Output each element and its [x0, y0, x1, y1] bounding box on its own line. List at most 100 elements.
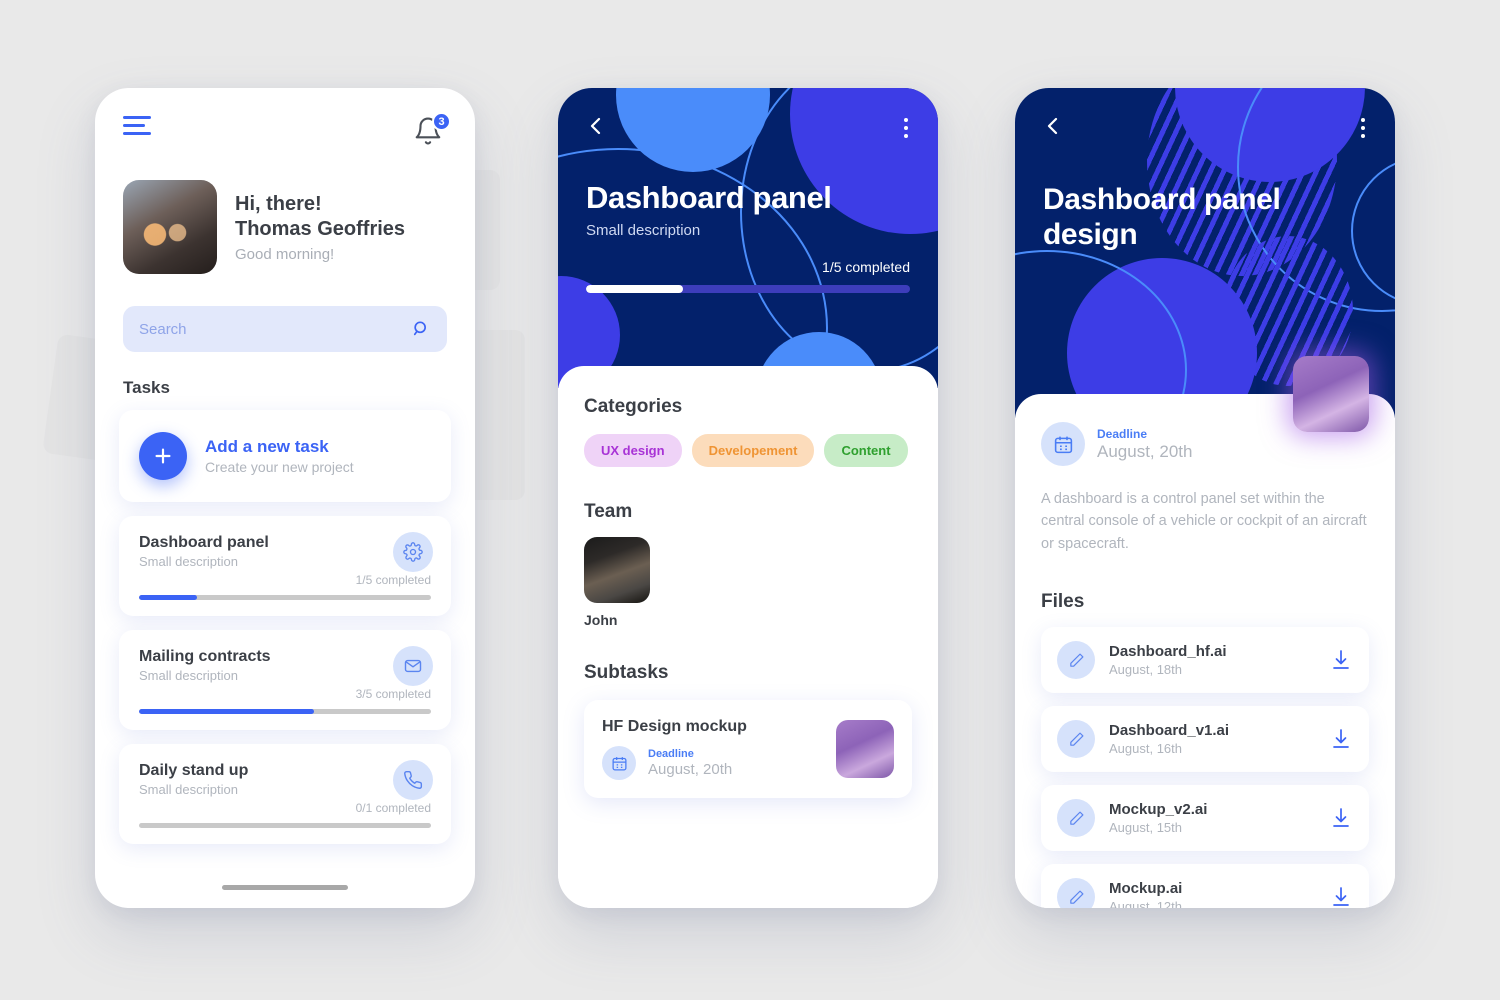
team-label: Team [584, 501, 912, 523]
deadline-label: Deadline [648, 748, 732, 760]
file-date: August, 16th [1109, 741, 1229, 756]
notification-badge: 3 [432, 112, 451, 131]
task-title: Daily stand up [139, 762, 431, 780]
back-arrow-icon[interactable] [584, 114, 608, 138]
pencil-icon [1068, 810, 1085, 827]
file-row[interactable]: Mockup.ai August, 12th [1041, 864, 1369, 908]
file-row[interactable]: Dashboard_v1.ai August, 16th [1041, 706, 1369, 772]
task-icon-button[interactable] [393, 646, 433, 686]
category-chip[interactable]: UX design [584, 434, 682, 467]
tasks-section-label: Tasks [95, 352, 475, 398]
calendar-icon [1053, 434, 1074, 455]
task-progress-track [139, 595, 431, 600]
categories-label: Categories [584, 396, 912, 418]
task-row[interactable]: Mailing contracts Small description 3/5 … [119, 630, 451, 730]
team-member-name: John [584, 612, 650, 628]
add-task-text: Add a new task Create your new project [205, 437, 354, 475]
pencil-icon-wrap [1057, 799, 1095, 837]
deadline-value: August, 20th [648, 761, 732, 778]
plus-icon [152, 445, 174, 467]
project-progress: 1/5 completed [558, 239, 938, 293]
project-header: Dashboard panel Small description 1/5 co… [558, 88, 938, 388]
pencil-icon [1068, 652, 1085, 669]
task-subtitle: Small description [139, 668, 431, 683]
task-description: A dashboard is a control panel set withi… [1041, 488, 1369, 555]
progress-fill [586, 285, 683, 293]
search-bar[interactable] [123, 306, 447, 352]
download-icon[interactable] [1329, 885, 1353, 908]
plus-button[interactable] [139, 432, 187, 480]
deadline-label: Deadline [1097, 427, 1192, 441]
subtask-card[interactable]: HF Design mockup Deadline August, 20th [584, 700, 912, 798]
task-hero-thumbnail [1293, 356, 1369, 432]
file-text: Mockup.ai August, 12th [1109, 880, 1182, 908]
category-chip[interactable]: Developement [692, 434, 815, 467]
task-title: Mailing contracts [139, 648, 431, 666]
search-input[interactable] [139, 321, 411, 338]
detail-topbar [1015, 88, 1395, 142]
download-icon[interactable] [1329, 806, 1353, 830]
pencil-icon-wrap [1057, 720, 1095, 758]
back-arrow-icon[interactable] [1041, 114, 1065, 138]
file-row[interactable]: Dashboard_hf.ai August, 18th [1041, 627, 1369, 693]
task-progress-label: 0/1 completed [139, 801, 431, 815]
progress-track [586, 285, 910, 293]
detail-sheet: Categories UX design Developement Conten… [558, 366, 938, 908]
task-title: Dashboard panel [139, 534, 431, 552]
home-topbar: 3 [95, 88, 475, 150]
canvas: 3 Hi, there! Thomas Geoffries Good morni… [0, 0, 1500, 1000]
file-row[interactable]: Mockup_v2.ai August, 15th [1041, 785, 1369, 851]
task-row[interactable]: Daily stand up Small description 0/1 com… [119, 744, 451, 844]
task-progress-fill [139, 595, 197, 600]
task-progress-label: 1/5 completed [139, 573, 431, 587]
calendar-icon-wrap [602, 746, 636, 780]
add-task-subtitle: Create your new project [205, 459, 354, 475]
download-icon[interactable] [1329, 648, 1353, 672]
task-progress-label: 3/5 completed [139, 687, 431, 701]
greeting-block: Hi, there! Thomas Geoffries Good morning… [235, 192, 405, 263]
file-name: Dashboard_v1.ai [1109, 722, 1229, 739]
calendar-icon-wrap [1041, 422, 1085, 466]
detail-topbar [558, 88, 938, 142]
user-profile: Hi, there! Thomas Geoffries Good morning… [95, 150, 475, 274]
phone-screen-task-detail: Dashboard panel design Deadline August, … [1015, 88, 1395, 908]
task-row[interactable]: Dashboard panel Small description 1/5 co… [119, 516, 451, 616]
category-chip[interactable]: Content [824, 434, 907, 467]
add-new-task-card[interactable]: Add a new task Create your new project [119, 410, 451, 502]
phone-icon [403, 770, 423, 790]
pencil-icon [1068, 889, 1085, 906]
category-chips: UX design Developement Content [584, 434, 912, 467]
phone-screen-home: 3 Hi, there! Thomas Geoffries Good morni… [95, 88, 475, 908]
task-subtitle: Small description [139, 554, 431, 569]
notifications-button[interactable]: 3 [413, 116, 447, 150]
calendar-icon [611, 755, 628, 772]
pencil-icon-wrap [1057, 641, 1095, 679]
file-date: August, 12th [1109, 899, 1182, 908]
file-name: Mockup.ai [1109, 880, 1182, 897]
pencil-icon [1068, 731, 1085, 748]
kebab-menu-icon[interactable] [900, 114, 912, 142]
pencil-icon-wrap [1057, 878, 1095, 908]
team-member[interactable]: John [584, 537, 650, 628]
task-sheet: Deadline August, 20th A dashboard is a c… [1015, 394, 1395, 908]
hamburger-icon[interactable] [123, 116, 151, 140]
task-progress-track [139, 823, 431, 828]
phone-screen-project-detail: Dashboard panel Small description 1/5 co… [558, 88, 938, 908]
deadline-text: Deadline August, 20th [648, 748, 732, 778]
page-subtitle: Small description [558, 216, 938, 239]
file-date: August, 18th [1109, 662, 1227, 677]
download-icon[interactable] [1329, 727, 1353, 751]
task-progress-fill [139, 709, 314, 714]
avatar [123, 180, 217, 274]
search-icon[interactable] [411, 319, 431, 339]
add-task-title: Add a new task [205, 437, 354, 457]
gear-icon [403, 542, 423, 562]
progress-label: 1/5 completed [586, 259, 910, 275]
subtasks-label: Subtasks [584, 662, 912, 684]
task-icon-button[interactable] [393, 760, 433, 800]
page-title: Dashboard panel design [1015, 142, 1395, 253]
files-label: Files [1041, 591, 1369, 613]
kebab-menu-icon[interactable] [1357, 114, 1369, 142]
deadline-text: Deadline August, 20th [1097, 427, 1192, 462]
task-icon-button[interactable] [393, 532, 433, 572]
